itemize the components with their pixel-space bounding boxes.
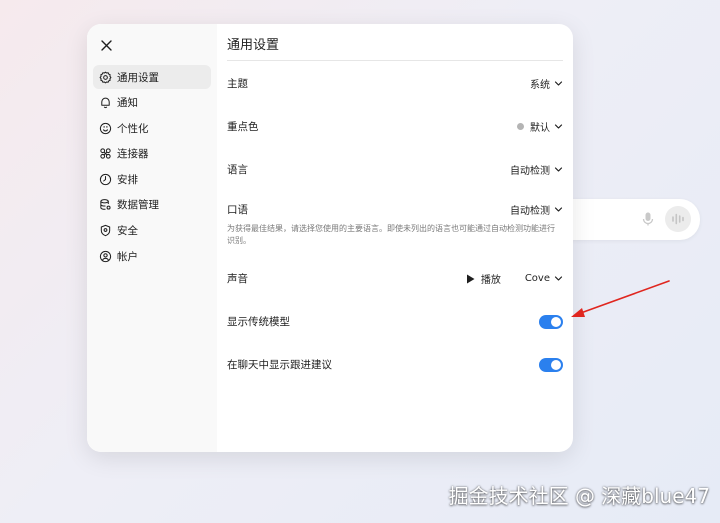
sidebar-item-connectors[interactable]: 连接器 xyxy=(93,142,211,166)
voice-value: Cove xyxy=(524,273,550,284)
chevron-down-icon xyxy=(554,276,563,281)
play-label: 播放 xyxy=(480,275,501,286)
language-row: 语言 自动检测 xyxy=(227,162,563,177)
sidebar-item-label: 个性化 xyxy=(117,122,149,135)
sidebar-item-security[interactable]: 安全 xyxy=(93,219,211,243)
sidebar-item-label: 数据管理 xyxy=(117,199,159,212)
accent-color-swatch xyxy=(517,123,524,130)
play-voice-button[interactable]: 播放 xyxy=(466,271,501,286)
sidebar-item-notifications[interactable]: 通知 xyxy=(93,91,211,115)
toggle-knob xyxy=(551,316,561,327)
followup-suggestions-toggle[interactable] xyxy=(539,357,563,372)
spoken-language-label: 口语 xyxy=(227,204,248,216)
chevron-down-icon xyxy=(554,167,563,172)
accent-color-row: 重点色 默认 xyxy=(227,119,563,134)
sidebar-item-personalization[interactable]: 个性化 xyxy=(93,116,211,140)
accent-color-dropdown[interactable]: 默认 xyxy=(517,119,563,134)
sidebar-item-label: 通用设置 xyxy=(117,71,159,84)
language-dropdown[interactable]: 自动检测 xyxy=(510,162,563,177)
voice-dropdown[interactable]: Cove xyxy=(525,273,563,284)
settings-dialog: 通用设置 通知 个性化 连接器 安排 数据管理 安全 帐户 通用设置 主题 系统… xyxy=(87,24,573,452)
settings-panel: 通用设置 主题 系统 重点色 默认 语言 自动检测 口语 自动检测 为获得最佳结… xyxy=(217,24,573,452)
theme-row: 主题 系统 xyxy=(227,76,563,91)
database-icon xyxy=(100,199,111,211)
legacy-models-label: 显示传统模型 xyxy=(227,316,290,328)
voice-mode-button xyxy=(665,206,691,232)
spoken-language-value: 自动检测 xyxy=(510,206,550,217)
chevron-down-icon xyxy=(554,81,563,86)
chevron-down-icon xyxy=(554,207,563,212)
chevron-down-icon xyxy=(554,124,563,129)
followup-suggestions-label: 在聊天中显示跟进建议 xyxy=(227,359,332,371)
microphone-icon xyxy=(642,212,654,226)
connector-icon xyxy=(100,148,111,159)
sidebar-item-label: 帐户 xyxy=(117,250,138,263)
theme-dropdown[interactable]: 系统 xyxy=(530,76,563,91)
voice-label: 声音 xyxy=(227,273,248,285)
sidebar-item-general[interactable]: 通用设置 xyxy=(93,65,211,89)
toggle-knob xyxy=(551,359,561,370)
settings-sidebar: 通用设置 通知 个性化 连接器 安排 数据管理 安全 帐户 xyxy=(87,24,217,452)
play-icon xyxy=(466,274,475,283)
sidebar-item-data-controls[interactable]: 数据管理 xyxy=(93,193,211,217)
sidebar-item-schedules[interactable]: 安排 xyxy=(93,167,211,191)
sidebar-item-label: 安排 xyxy=(117,173,138,186)
language-value: 自动检测 xyxy=(510,166,550,177)
followup-suggestions-row: 在聊天中显示跟进建议 xyxy=(227,357,563,372)
spoken-language-row: 口语 自动检测 xyxy=(227,202,563,217)
waveform-icon xyxy=(672,213,684,225)
clock-icon xyxy=(99,173,112,185)
sidebar-item-account[interactable]: 帐户 xyxy=(93,244,211,268)
account-icon xyxy=(99,250,112,262)
theme-value: 系统 xyxy=(530,80,550,91)
gear-icon xyxy=(99,71,112,83)
close-button[interactable] xyxy=(97,36,115,54)
settings-nav: 通用设置 通知 个性化 连接器 安排 数据管理 安全 帐户 xyxy=(93,65,211,270)
shield-icon xyxy=(100,224,111,237)
voice-controls: 播放 Cove xyxy=(466,271,563,286)
divider xyxy=(227,60,563,61)
sidebar-item-label: 安全 xyxy=(117,225,138,238)
bell-icon xyxy=(101,97,110,109)
accent-color-value: 默认 xyxy=(530,123,550,134)
spoken-language-help: 为获得最佳结果，请选择您使用的主要语言。即使未列出的语言也可能通过自动检测功能进… xyxy=(227,224,555,245)
legacy-models-toggle[interactable] xyxy=(539,314,563,329)
personalize-icon xyxy=(99,122,112,134)
close-icon xyxy=(100,39,112,51)
sidebar-item-label: 连接器 xyxy=(117,148,149,161)
voice-row: 声音 播放 Cove xyxy=(227,271,563,286)
page-title: 通用设置 xyxy=(227,38,280,53)
language-label: 语言 xyxy=(227,164,248,176)
sidebar-item-label: 通知 xyxy=(117,97,138,110)
accent-color-label: 重点色 xyxy=(227,121,259,133)
annotation-arrow xyxy=(571,280,670,317)
legacy-models-row: 显示传统模型 xyxy=(227,314,563,329)
spoken-language-dropdown[interactable]: 自动检测 xyxy=(510,202,563,217)
watermark: 掘金技术社区 @ 深藏blue47 xyxy=(448,484,710,508)
theme-label: 主题 xyxy=(227,78,248,90)
